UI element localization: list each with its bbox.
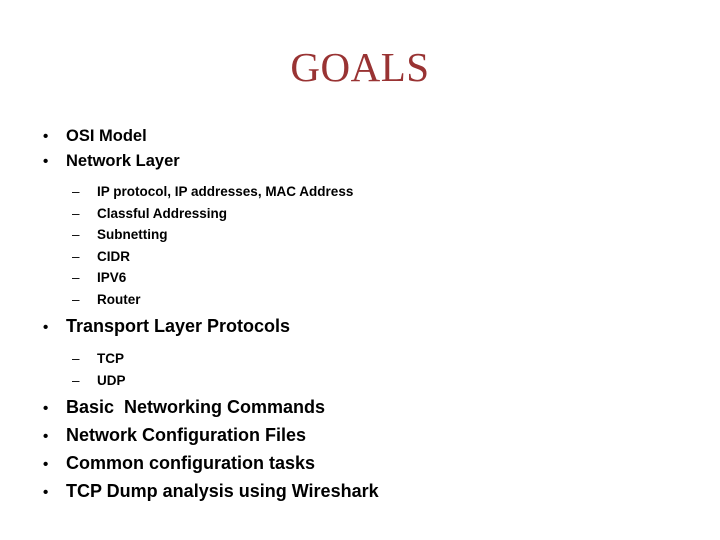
- bullet-text: Basic Networking Commands: [66, 397, 326, 417]
- sub-bullet-item-ip-protocol: – IP protocol, IP addresses, MAC Address: [36, 181, 686, 203]
- dash-marker-icon: –: [72, 205, 80, 221]
- bullet-marker-icon: •: [43, 128, 49, 145]
- bullet-item-network-configuration-files: • Network Configuration Files: [36, 422, 686, 450]
- sub-bullet-text: UDP: [97, 372, 126, 388]
- dash-marker-icon: –: [72, 184, 80, 199]
- bullet-marker-icon: •: [43, 456, 49, 473]
- sub-bullet-item-udp: – UDP: [36, 370, 686, 392]
- sub-bullet-group-network-layer: – IP protocol, IP addresses, MAC Address…: [36, 181, 686, 310]
- bullet-text: Transport Layer Protocols: [66, 316, 291, 336]
- slide-content-list: • OSI Model • Network Layer – IP protoco…: [36, 124, 686, 506]
- bullet-marker-icon: •: [43, 484, 49, 501]
- sub-bullet-item-tcp: – TCP: [36, 348, 686, 370]
- bullet-item-transport-layer-protocols: • Transport Layer Protocols: [36, 313, 686, 341]
- bullet-item-tcp-dump-analysis: • TCP Dump analysis using Wireshark: [36, 478, 686, 506]
- dash-marker-icon: –: [72, 372, 80, 388]
- bullet-marker-icon: •: [43, 319, 49, 336]
- sub-bullet-text: TCP: [97, 351, 124, 366]
- dash-marker-icon: –: [72, 248, 80, 264]
- sub-bullet-text: Classful Addressing: [97, 205, 228, 221]
- dash-marker-icon: –: [72, 291, 80, 307]
- dash-marker-icon: –: [72, 227, 80, 242]
- bullet-item-basic-networking-commands: • Basic Networking Commands: [36, 394, 686, 422]
- slide-title: GOALS: [290, 44, 430, 90]
- bullet-text: Network Layer: [66, 152, 180, 170]
- sub-bullet-item-classful-addressing: – Classful Addressing: [36, 203, 686, 225]
- sub-bullet-text: Subnetting: [97, 227, 168, 242]
- sub-bullet-item-router: – Router: [36, 289, 686, 311]
- sub-bullet-text: IP protocol, IP addresses, MAC Address: [97, 184, 354, 199]
- presentation-slide: GOALS • OSI Model • Network Layer – IP p…: [0, 0, 720, 540]
- bullet-text: TCP Dump analysis using Wireshark: [66, 481, 379, 501]
- sub-bullet-group-transport-layer: – TCP – UDP: [36, 348, 686, 391]
- sub-bullet-item-cidr: – CIDR: [36, 246, 686, 268]
- dash-marker-icon: –: [72, 351, 80, 366]
- bullet-marker-icon: •: [43, 428, 49, 445]
- bullet-marker-icon: •: [43, 400, 49, 417]
- bullet-text: Network Configuration Files: [66, 425, 307, 445]
- bullet-text: Common configuration tasks: [66, 453, 316, 473]
- dash-marker-icon: –: [72, 270, 80, 285]
- sub-bullet-text: Router: [97, 291, 141, 307]
- sub-bullet-item-ipv6: – IPV6: [36, 267, 686, 289]
- sub-bullet-text: CIDR: [97, 248, 130, 264]
- bullet-marker-icon: •: [43, 153, 49, 170]
- bullet-item-common-configuration-tasks: • Common configuration tasks: [36, 450, 686, 478]
- sub-bullet-item-subnetting: – Subnetting: [36, 224, 686, 246]
- bullet-item-network-layer: • Network Layer: [36, 149, 686, 174]
- sub-bullet-text: IPV6: [97, 270, 127, 285]
- bullet-text: OSI Model: [66, 127, 147, 145]
- bullet-item-osi-model: • OSI Model: [36, 124, 686, 149]
